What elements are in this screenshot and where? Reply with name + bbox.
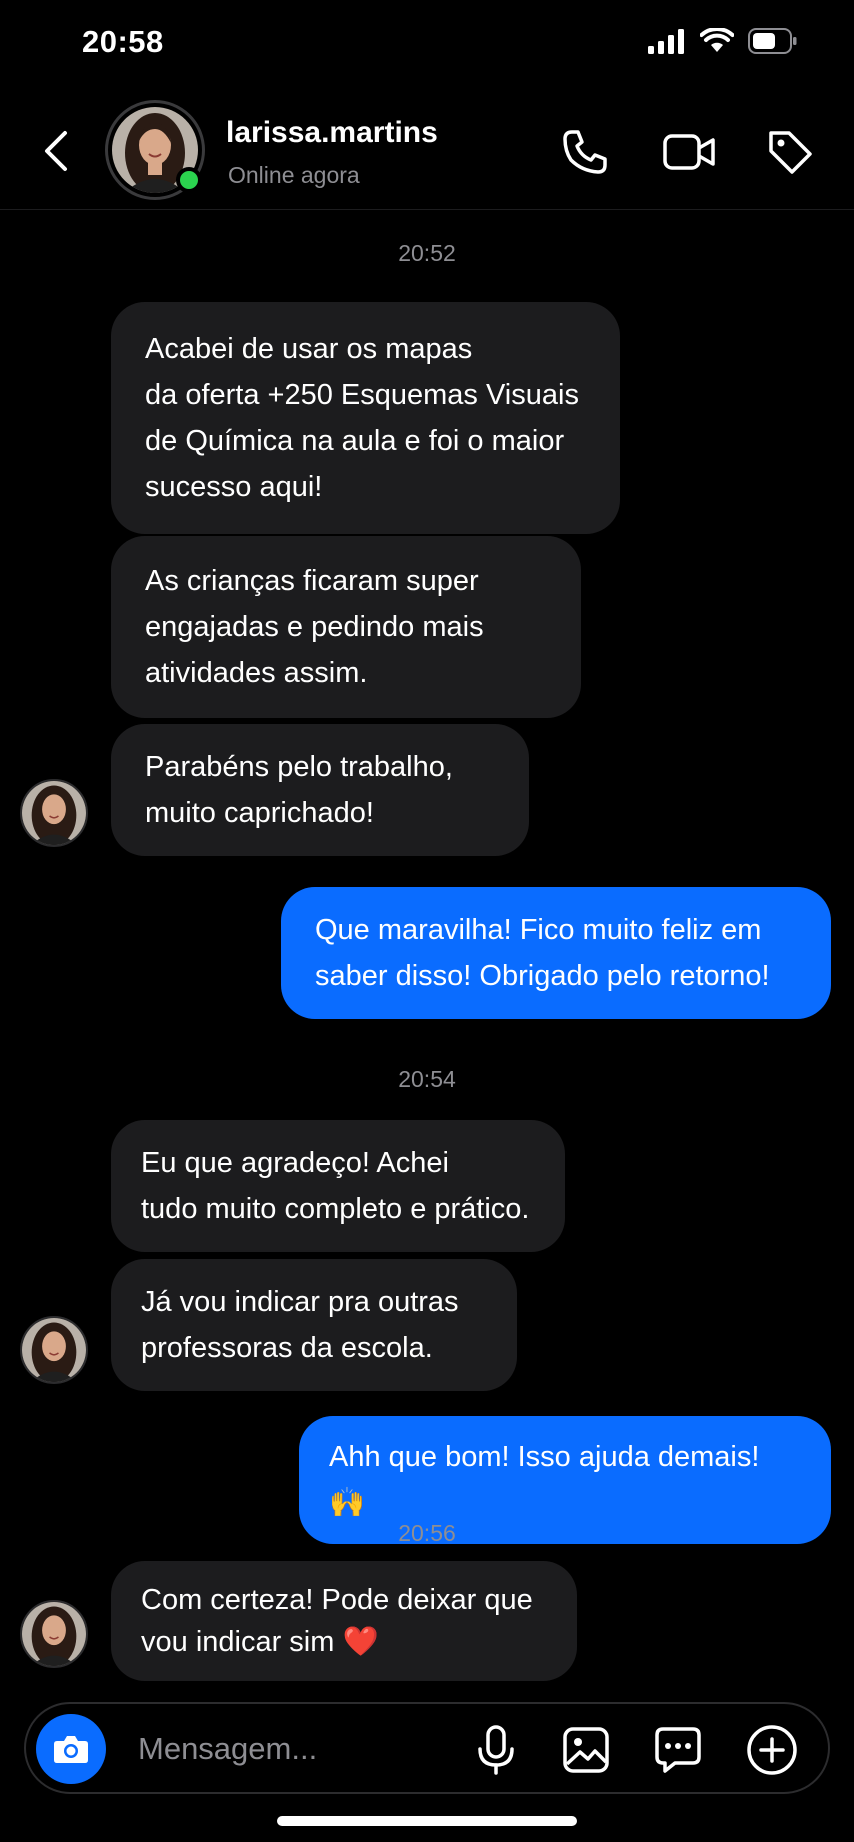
- status-time: 20:58: [82, 24, 164, 59]
- status-icons: [648, 27, 798, 59]
- time-separator: 20:52: [398, 240, 456, 266]
- sticker-icon: [655, 1727, 701, 1773]
- call-button[interactable]: [557, 124, 613, 180]
- contact-avatar-small[interactable]: [20, 1316, 88, 1384]
- image-icon: [563, 1727, 609, 1773]
- message-bubble-incoming[interactable]: Eu que agradeço! Achei tudo muito comple…: [111, 1120, 565, 1252]
- time-separator: 20:56: [398, 1520, 456, 1546]
- time-separator: 20:54: [398, 1066, 456, 1092]
- plus-icon: [747, 1725, 797, 1775]
- contact-avatar-small[interactable]: [20, 779, 88, 847]
- home-indicator[interactable]: [277, 1816, 577, 1826]
- more-button[interactable]: [744, 1722, 800, 1778]
- message-bubble-incoming[interactable]: Parabéns pelo trabalho, muito caprichado…: [111, 724, 529, 856]
- back-icon: [45, 131, 67, 171]
- gallery-button[interactable]: [558, 1722, 614, 1778]
- message-bubble-incoming[interactable]: Com certeza! Pode deixar que vou indicar…: [111, 1561, 577, 1681]
- avatar-photo: [22, 781, 86, 845]
- message-bubble-incoming[interactable]: Acabei de usar os mapas da oferta +250 E…: [111, 302, 620, 534]
- video-icon: [663, 134, 715, 170]
- contact-avatar-small[interactable]: [20, 1600, 88, 1668]
- avatar-photo: [22, 1318, 86, 1382]
- battery-icon: [748, 28, 798, 59]
- camera-icon: [54, 1736, 88, 1763]
- chat-screen: 20:58 larissa.martins Online agora 20:52…: [0, 0, 854, 1842]
- contact-status: Online agora: [228, 162, 360, 188]
- status-bar: 20:58: [0, 0, 854, 90]
- wifi-icon: [699, 27, 735, 59]
- video-call-button[interactable]: [662, 124, 718, 180]
- message-bubble-incoming[interactable]: Já vou indicar pra outras professoras da…: [111, 1259, 517, 1391]
- microphone-icon: [478, 1725, 514, 1775]
- avatar-photo: [22, 1602, 86, 1666]
- phone-icon: [563, 130, 607, 174]
- contact-name[interactable]: larissa.martins: [226, 116, 438, 150]
- signal-icon: [648, 28, 686, 59]
- back-button[interactable]: [36, 128, 76, 174]
- message-composer: [24, 1702, 830, 1794]
- camera-button[interactable]: [36, 1714, 106, 1784]
- contact-avatar[interactable]: [105, 100, 205, 200]
- message-bubble-incoming[interactable]: As crianças ficaram super engajadas e pe…: [111, 536, 581, 718]
- online-status-dot: [176, 167, 202, 193]
- sticker-button[interactable]: [650, 1722, 706, 1778]
- message-input[interactable]: [138, 1724, 438, 1774]
- tag-icon: [769, 131, 812, 174]
- chat-header: larissa.martins Online agora: [0, 90, 854, 210]
- microphone-button[interactable]: [468, 1722, 524, 1778]
- tag-button[interactable]: [762, 124, 818, 180]
- message-bubble-outgoing[interactable]: Que maravilha! Fico muito feliz em saber…: [281, 887, 831, 1019]
